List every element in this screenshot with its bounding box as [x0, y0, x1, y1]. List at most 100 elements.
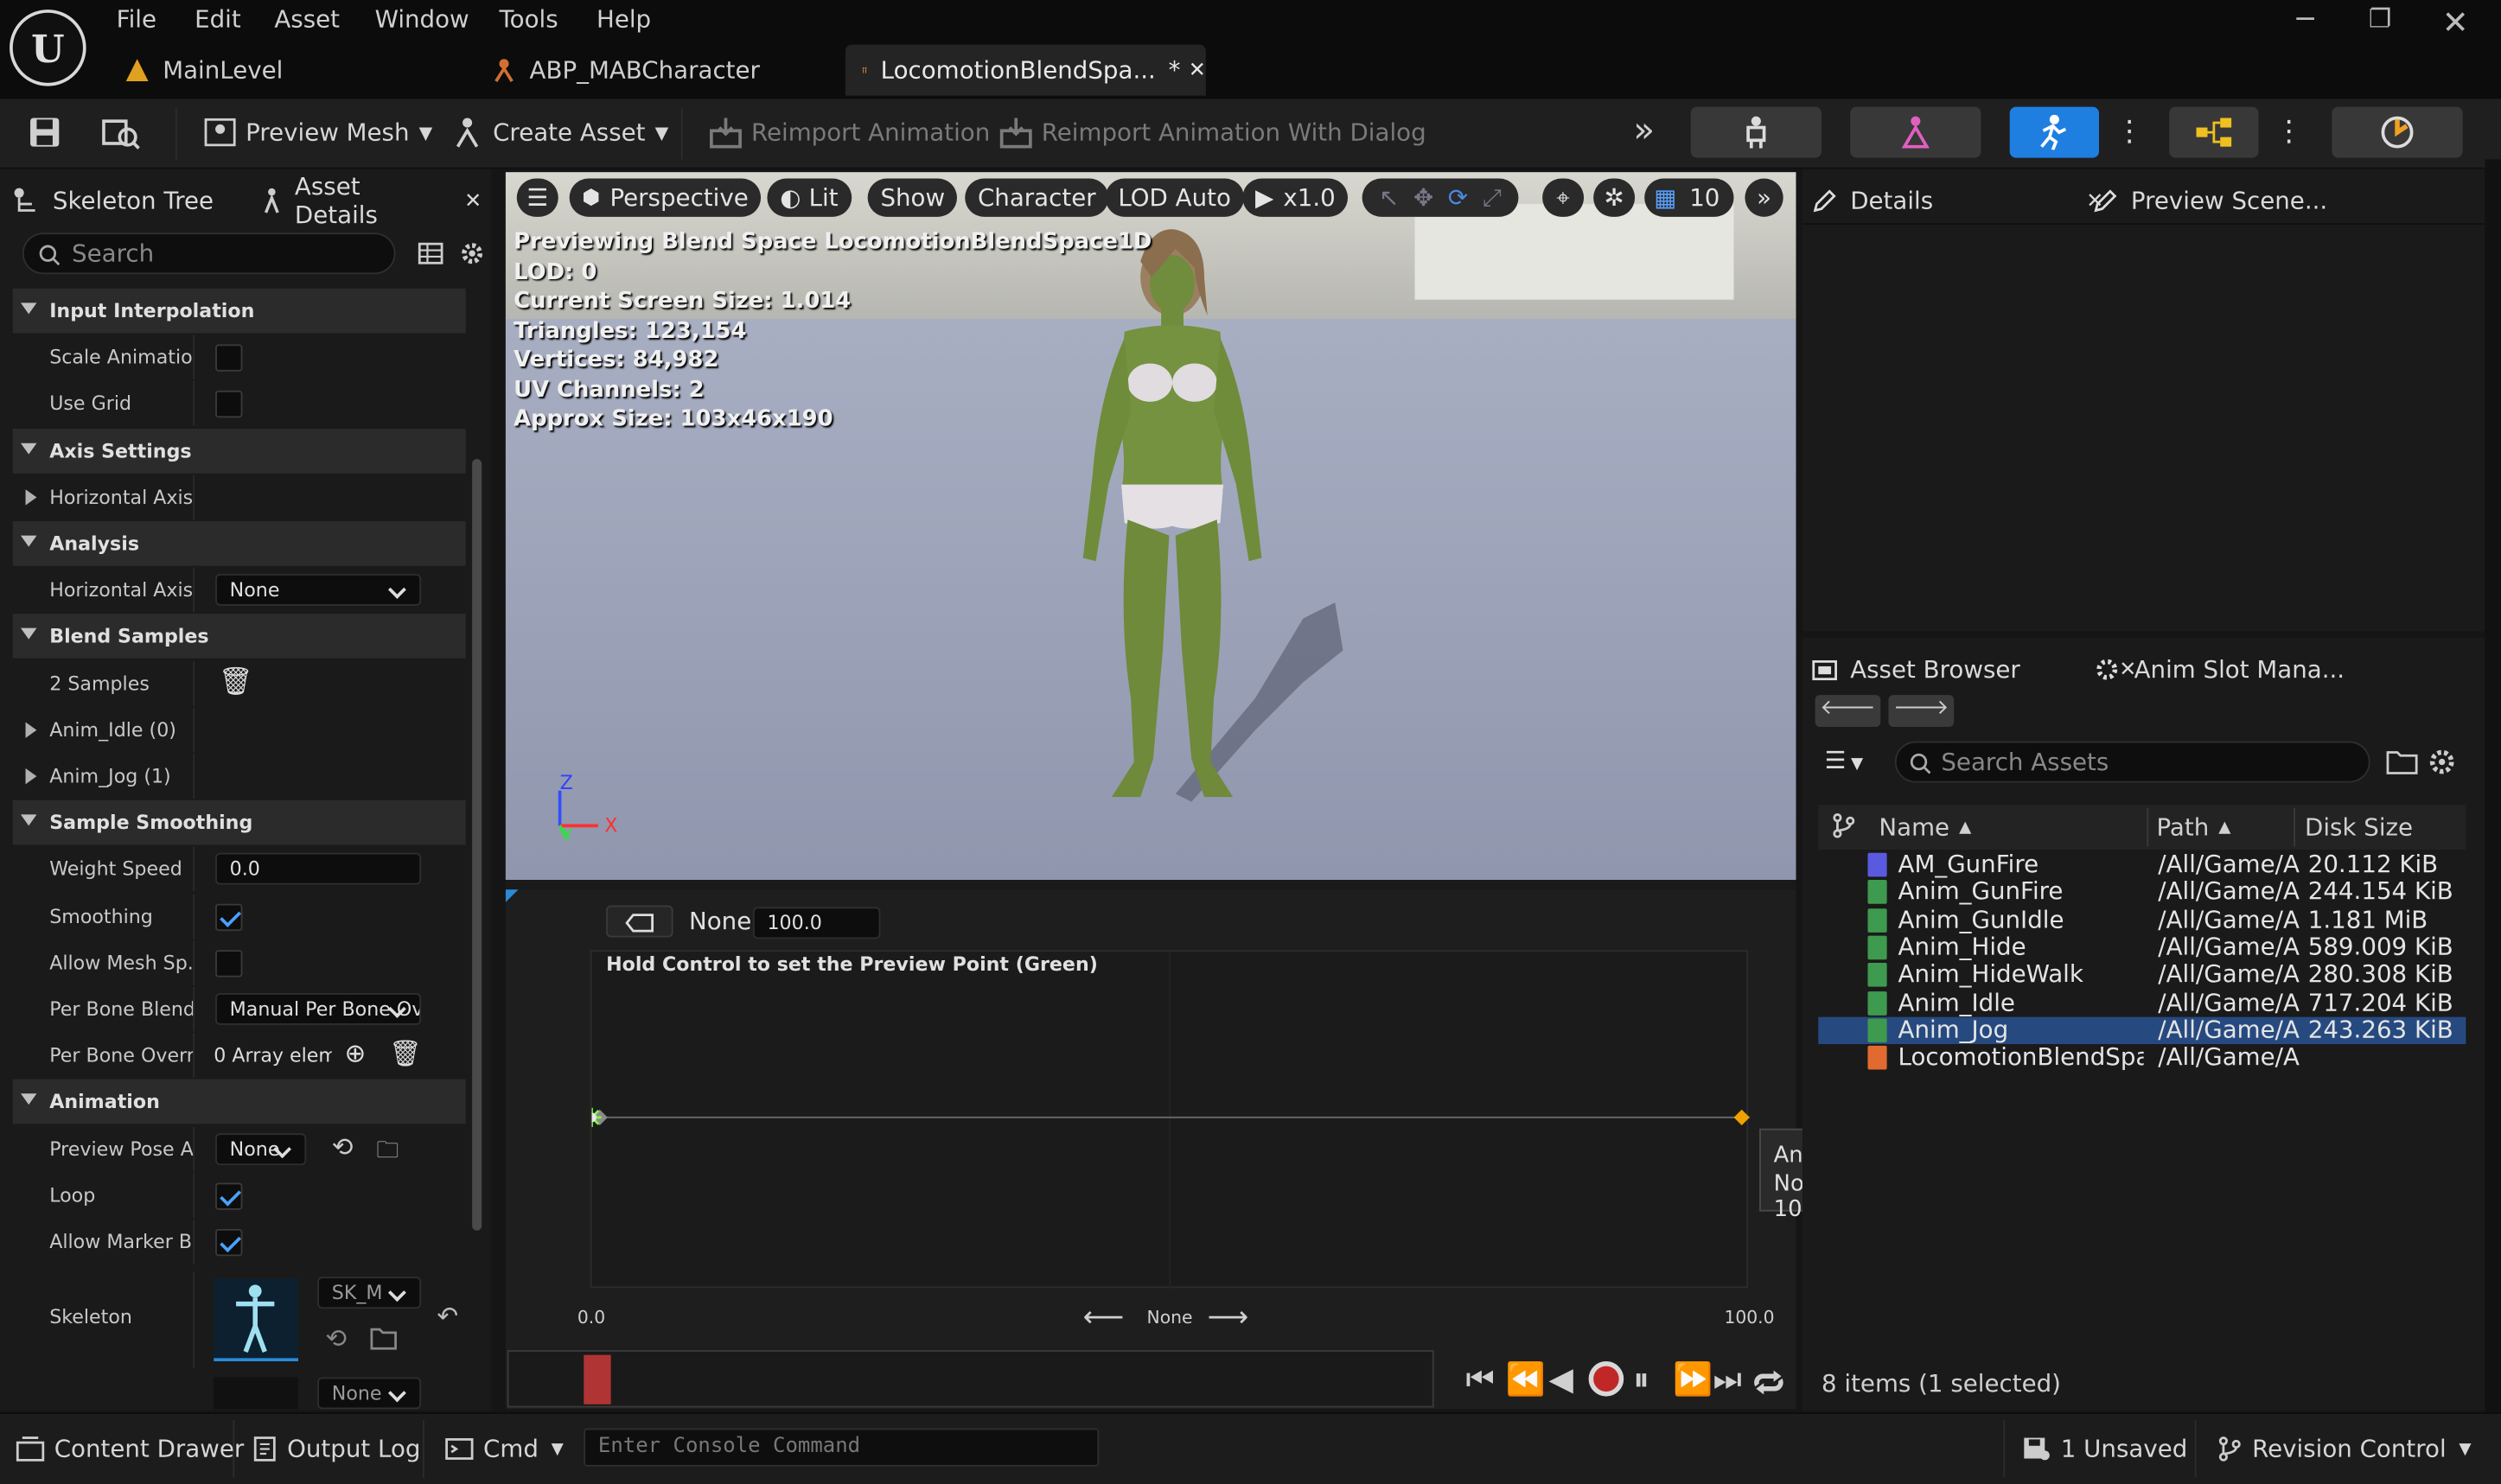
- tab-abp-character[interactable]: ABP_MABCharacter: [491, 45, 842, 96]
- restore-icon[interactable]: ❐: [2369, 3, 2391, 34]
- browse-to-asset-icon[interactable]: [102, 115, 140, 150]
- pause-icon[interactable]: ⏸: [1633, 1360, 1649, 1398]
- checkbox[interactable]: [215, 903, 243, 932]
- preview-viewport[interactable]: Z X Y ☰ ⬢ Perspective ◐ Lit Show Character…: [505, 172, 1796, 881]
- checkbox[interactable]: [215, 1182, 243, 1210]
- tab-details[interactable]: Details ✕: [1812, 179, 2103, 224]
- add-element-icon[interactable]: ⊕: [345, 1038, 367, 1068]
- reimport-dialog-button[interactable]: Reimport Animation With Dialog: [998, 107, 1426, 158]
- more-options-icon[interactable]: ⋮: [2275, 115, 2303, 149]
- gear-icon[interactable]: [459, 240, 485, 266]
- asset-row[interactable]: Anim_HideWalk/All/Game/A 280.308 KiB: [1818, 960, 2466, 989]
- tab-anim-slot-manager[interactable]: Anim Slot Mana...: [2093, 647, 2345, 692]
- scale-icon[interactable]: ⤢: [1483, 183, 1502, 212]
- show-button[interactable]: Show: [867, 178, 958, 217]
- record-icon[interactable]: [1588, 1361, 1624, 1397]
- tab-mainlevel[interactable]: MainLevel: [124, 45, 475, 96]
- asset-row[interactable]: LocomotionBlendSpace1D/All/Game/A: [1818, 1042, 2466, 1072]
- gear-icon[interactable]: [2428, 748, 2456, 776]
- trash-icon[interactable]: 🗑︎: [389, 1038, 421, 1068]
- preview-mesh-button[interactable]: Preview Mesh ▼: [204, 107, 432, 158]
- property-row[interactable]: Anim_Idle (0): [13, 707, 466, 753]
- lod-button[interactable]: LOD Auto: [1105, 178, 1244, 217]
- property-input[interactable]: 0.0: [215, 852, 422, 885]
- tab-asset-browser[interactable]: Asset Browser ✕: [1812, 647, 2136, 692]
- asset-row[interactable]: Anim_Idle/All/Game/A 717.204 KiB: [1818, 988, 2466, 1016]
- category-header[interactable]: Input Interpolation: [12, 288, 466, 334]
- category-header[interactable]: Animation: [12, 1079, 466, 1124]
- asset-row[interactable]: AM_GunFire/All/Game/A 20.112 KiB: [1818, 850, 2466, 878]
- category-header[interactable]: Analysis: [12, 521, 466, 566]
- cmd-button[interactable]: Cmd ▼: [445, 1428, 564, 1469]
- skip-to-end-icon[interactable]: ⏭: [1713, 1360, 1742, 1398]
- column-disk-size[interactable]: Disk Size: [2305, 808, 2413, 846]
- close-tab-icon[interactable]: ✕: [464, 189, 482, 213]
- menu-tools[interactable]: Tools: [499, 5, 558, 34]
- content-drawer-button[interactable]: Content Drawer: [16, 1428, 244, 1469]
- grid-snap-button[interactable]: ▦ 10: [1644, 178, 1734, 217]
- menu-window[interactable]: Window: [375, 5, 469, 34]
- tab-preview-scene[interactable]: Preview Scene...: [2093, 179, 2327, 224]
- menu-edit[interactable]: Edit: [195, 5, 241, 34]
- asset-row[interactable]: Anim_Jog/All/Game/A 243.263 KiB: [1818, 1015, 2466, 1044]
- close-tab-icon[interactable]: ✕: [1189, 58, 1206, 82]
- unsaved-button[interactable]: 1 Unsaved: [2022, 1428, 2187, 1469]
- viewport-options-button[interactable]: ☰: [516, 178, 558, 217]
- param-value-input[interactable]: 100.0: [752, 907, 881, 939]
- animation-editor-button[interactable]: [2009, 106, 2100, 158]
- skeleton-thumbnail[interactable]: [214, 1278, 299, 1362]
- forward-button[interactable]: 🡒: [1888, 695, 1955, 728]
- menu-asset[interactable]: Asset: [274, 5, 340, 34]
- skip-to-start-icon[interactable]: ⏮: [1466, 1360, 1495, 1398]
- folder-icon[interactable]: [2386, 749, 2418, 775]
- create-asset-button[interactable]: Create Asset ▼: [451, 107, 668, 158]
- column-path[interactable]: Path ▲: [2156, 808, 2230, 846]
- checkbox[interactable]: [215, 344, 243, 372]
- category-header[interactable]: Axis Settings: [12, 429, 466, 474]
- blend-space-grid[interactable]: Hold Control to set the Preview Point (G…: [590, 950, 1750, 1290]
- filter-button[interactable]: ☰ ▼: [1825, 746, 1864, 774]
- use-selected-icon[interactable]: ⟲: [332, 1131, 354, 1162]
- skeleton-dropdown[interactable]: SK_M: [317, 1277, 422, 1309]
- tab-locomotion-blendspace[interactable]: LocomotionBlendSpa... * ✕: [845, 44, 1206, 96]
- checkbox[interactable]: [215, 1228, 243, 1257]
- asset-row[interactable]: Anim_GunFire/All/Game/A 244.154 KiB: [1818, 877, 2466, 906]
- tab-asset-details[interactable]: Asset Details ✕: [260, 172, 492, 230]
- more-tools-icon[interactable]: »: [1633, 111, 1655, 151]
- reimport-animation-button[interactable]: Reimport Animation: [708, 107, 990, 158]
- use-selected-icon[interactable]: ⟲: [325, 1323, 347, 1353]
- property-dropdown[interactable]: Manual Per Bone Ov: [215, 992, 422, 1025]
- save-icon[interactable]: [27, 115, 62, 150]
- character-button[interactable]: Character: [965, 178, 1109, 217]
- revision-control-button[interactable]: Revision Control ▼: [2217, 1428, 2472, 1469]
- lit-button[interactable]: ◐ Lit: [767, 178, 852, 217]
- console-command-input[interactable]: Enter Console Command: [584, 1428, 1100, 1467]
- reset-to-default-icon[interactable]: ↶: [437, 1301, 459, 1331]
- trash-icon[interactable]: 🗑︎: [219, 666, 253, 698]
- asset-row[interactable]: Anim_Hide/All/Game/A 589.009 KiB: [1818, 933, 2466, 961]
- blend-sample-point[interactable]: [1733, 1109, 1750, 1125]
- column-name[interactable]: Name ▲: [1879, 808, 1971, 846]
- loop-icon[interactable]: 🔁︎: [1753, 1360, 1785, 1405]
- checkbox[interactable]: [215, 390, 243, 418]
- perspective-button[interactable]: ⬢ Perspective: [569, 178, 762, 217]
- details-scrollbar[interactable]: [472, 459, 482, 1231]
- property-dropdown[interactable]: None: [215, 573, 422, 606]
- minimize-icon[interactable]: ─: [2297, 3, 2314, 37]
- table-view-icon[interactable]: [418, 242, 443, 264]
- playhead-marker[interactable]: [584, 1354, 611, 1404]
- close-window-icon[interactable]: ✕: [2442, 3, 2469, 41]
- blueprint-editor-button[interactable]: [2169, 106, 2259, 158]
- playback-speed-button[interactable]: ▶ x1.0: [1242, 178, 1349, 217]
- axis-toggle-button[interactable]: [606, 905, 673, 938]
- tab-skeleton-tree[interactable]: Skeleton Tree: [13, 179, 214, 224]
- asset-row[interactable]: Anim_GunIdle/All/Game/A 1.181 MiB: [1818, 905, 2466, 933]
- browse-folder-icon[interactable]: [370, 1325, 399, 1351]
- translate-icon[interactable]: ✥: [1413, 183, 1433, 212]
- camera-focus-button[interactable]: ⌖: [1542, 178, 1585, 217]
- physics-editor-button[interactable]: [2332, 106, 2463, 158]
- property-dropdown[interactable]: None: [215, 1133, 307, 1166]
- property-row[interactable]: Anim_Jog (1): [13, 754, 466, 799]
- back-button[interactable]: 🡐: [1815, 695, 1881, 728]
- transform-tools[interactable]: ↖ ✥ ⟳ ⤢: [1362, 178, 1519, 217]
